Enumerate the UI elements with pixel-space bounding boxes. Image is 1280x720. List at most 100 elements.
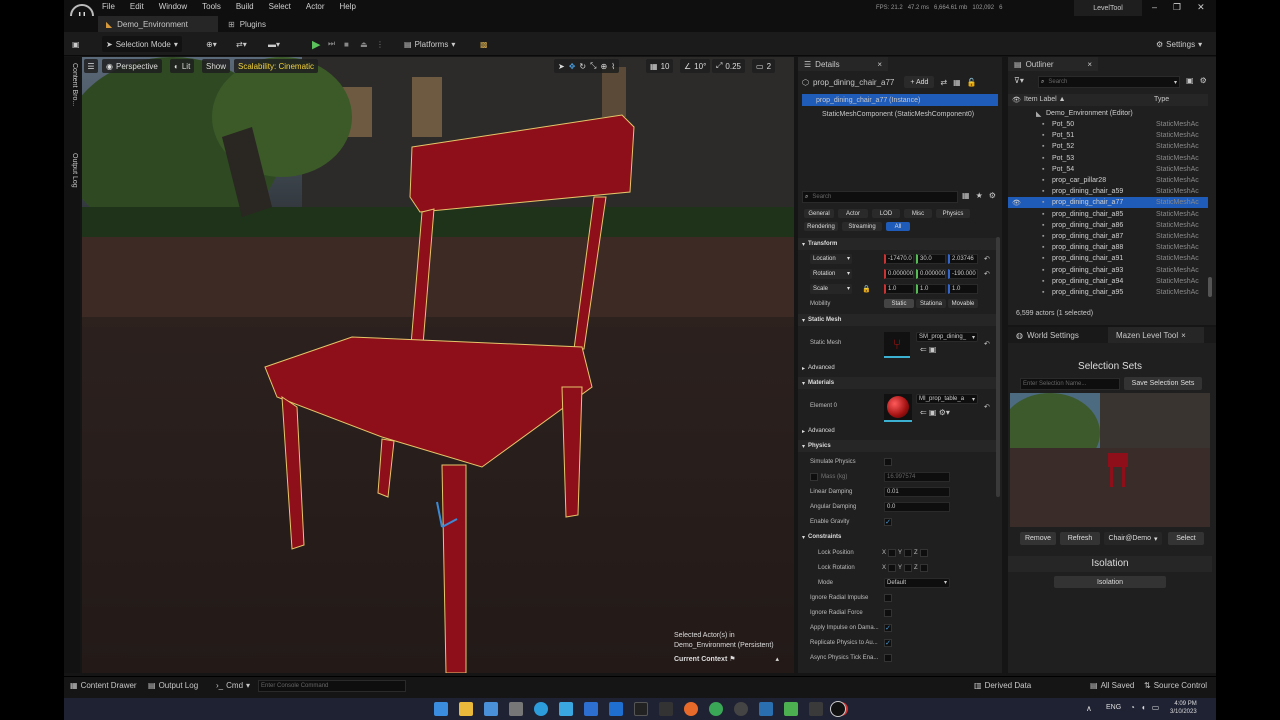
- reset-icon[interactable]: ↶: [984, 270, 990, 278]
- more-options-icon[interactable]: ⋮: [376, 36, 384, 52]
- filter-actor[interactable]: Actor: [838, 209, 868, 218]
- play-icon[interactable]: ▶: [312, 36, 320, 52]
- mail-icon[interactable]: [484, 702, 498, 716]
- file-explorer-icon[interactable]: [459, 702, 473, 716]
- firefox-icon[interactable]: [684, 702, 698, 716]
- linear-damping-field[interactable]: 0.01: [884, 486, 950, 497]
- chrome-icon[interactable]: [709, 702, 723, 716]
- rotation-dropdown[interactable]: Rotation ▾: [810, 268, 852, 279]
- mass-override-checkbox[interactable]: [810, 472, 818, 481]
- outliner-row[interactable]: ▪ prop_dining_chair_a59 StaticMeshAc: [1008, 186, 1208, 197]
- console-command-input[interactable]: Enter Console Command: [258, 679, 406, 692]
- enable-gravity-checkbox[interactable]: ✓: [884, 517, 892, 526]
- mesh-thumbnail[interactable]: ⑂: [884, 332, 910, 358]
- scalability-warning[interactable]: Scalability: Cinematic: [234, 59, 319, 73]
- close-icon[interactable]: ×: [1181, 331, 1186, 340]
- menu-actor[interactable]: Actor: [306, 2, 325, 11]
- save-icon[interactable]: ▣: [72, 36, 80, 52]
- vscode-icon[interactable]: [609, 702, 623, 716]
- menu-edit[interactable]: Edit: [130, 2, 144, 11]
- outliner-row[interactable]: ▪ Pot_54 StaticMeshAc: [1008, 164, 1208, 175]
- outliner-row[interactable]: ▪ Pot_51 StaticMeshAc: [1008, 130, 1208, 141]
- grid-view-icon[interactable]: ▦: [953, 78, 961, 87]
- settings-button[interactable]: ⚙ Settings ▾: [1156, 36, 1202, 52]
- output-log-button[interactable]: ▤ Output Log: [148, 681, 198, 690]
- mobility-static[interactable]: Static: [884, 299, 914, 308]
- lock-rot-y-checkbox[interactable]: [904, 563, 912, 572]
- outliner-row[interactable]: ▪ Pot_53 StaticMeshAc: [1008, 153, 1208, 164]
- content-drawer-button[interactable]: ▦ Content Drawer: [70, 681, 137, 690]
- select-tool-icon[interactable]: ➤: [558, 62, 565, 71]
- outliner-row[interactable]: ▪ prop_dining_chair_a95 StaticMeshAc: [1008, 287, 1208, 298]
- content-browser-tab[interactable]: Content Bro...: [66, 63, 78, 106]
- close-icon[interactable]: ×: [877, 60, 882, 69]
- visibility-icon[interactable]: 👁: [1012, 199, 1021, 207]
- viewport-menu-icon[interactable]: ☰: [84, 59, 98, 73]
- lock-icon[interactable]: 🔓: [967, 78, 977, 87]
- lock-rot-z-checkbox[interactable]: [920, 563, 928, 572]
- all-saved-button[interactable]: ▤ All Saved: [1090, 681, 1134, 690]
- isolation-button[interactable]: Isolation: [1054, 576, 1166, 588]
- apply-impulse-checkbox[interactable]: ✓: [884, 623, 892, 632]
- step-icon[interactable]: ⏭: [328, 36, 335, 52]
- location-z-field[interactable]: 2.03746: [948, 253, 978, 264]
- wifi-icon[interactable]: ◔: [1130, 703, 1135, 712]
- lock-rot-x-checkbox[interactable]: [888, 563, 896, 572]
- replicate-physics-checkbox[interactable]: ✓: [884, 638, 892, 647]
- scale-snap[interactable]: ⤢ 0.25: [712, 59, 745, 73]
- app-grid-icon[interactable]: [809, 702, 823, 716]
- gear-icon[interactable]: ⚙: [989, 191, 996, 200]
- eject-icon[interactable]: ⏏: [360, 36, 368, 52]
- details-tab[interactable]: ☰ Details ×: [798, 57, 888, 71]
- windows-start-icon[interactable]: [434, 702, 448, 716]
- star-icon[interactable]: ★: [976, 191, 983, 200]
- static-mesh-picker[interactable]: SM_prop_dining_ ▾: [916, 332, 978, 342]
- refresh-button[interactable]: Refresh: [1060, 532, 1100, 545]
- filter-all[interactable]: All: [886, 222, 910, 231]
- details-search-input[interactable]: ⌕ Search: [802, 191, 958, 203]
- rotation-y-field[interactable]: 0.000000: [916, 268, 946, 279]
- output-log-tab[interactable]: Output Log: [66, 153, 78, 188]
- filter-streaming[interactable]: Streaming: [842, 222, 882, 231]
- table-icon[interactable]: ▦: [962, 191, 970, 200]
- component-instance-row[interactable]: prop_dining_chair_a77 (Instance): [802, 94, 998, 106]
- browse-icon[interactable]: ⇐ ▣: [920, 345, 936, 354]
- tab-demo-environment[interactable]: ◣ Demo_Environment: [98, 16, 218, 32]
- rotate-tool-icon[interactable]: ↻: [579, 62, 586, 71]
- menu-help[interactable]: Help: [340, 2, 356, 11]
- angle-snap[interactable]: ∠ 10°: [680, 59, 711, 73]
- cmd-dropdown[interactable]: ›_ Cmd ▾: [216, 681, 250, 690]
- selection-set-dropdown[interactable]: Chair@Demo ▾: [1104, 532, 1162, 545]
- reset-icon[interactable]: ↶: [984, 340, 990, 348]
- outliner-search-input[interactable]: ⌕ Search ▾: [1038, 76, 1180, 88]
- outliner-row[interactable]: ▪ Pot_50 StaticMeshAc: [1008, 119, 1208, 130]
- column-item-label[interactable]: Item Label ▲: [1024, 96, 1066, 103]
- static-mesh-component-row[interactable]: StaticMeshComponent (StaticMeshComponent…: [802, 108, 998, 120]
- clock[interactable]: 4:09 PM 3/10/2023: [1170, 700, 1197, 716]
- scale-z-field[interactable]: 1.0: [948, 283, 978, 294]
- github-icon[interactable]: [734, 702, 748, 716]
- new-folder-icon[interactable]: ▣: [1186, 76, 1194, 85]
- async-physics-checkbox[interactable]: [884, 653, 892, 662]
- outliner-row[interactable]: 👁 ▪ prop_dining_chair_a77 StaticMeshAc: [1008, 197, 1208, 209]
- scale-dropdown[interactable]: Scale ▾: [810, 283, 852, 294]
- simulate-physics-checkbox[interactable]: [884, 457, 892, 466]
- tab-plugins[interactable]: ⊞ Plugins: [220, 16, 274, 32]
- menu-window[interactable]: Window: [159, 2, 187, 11]
- menu-file[interactable]: File: [102, 2, 115, 11]
- menu-select[interactable]: Select: [269, 2, 291, 11]
- location-x-field[interactable]: -17470.0: [884, 253, 914, 264]
- filter-lod[interactable]: LOD: [872, 209, 900, 218]
- outliner-row[interactable]: ▪ prop_dining_chair_a93 StaticMeshAc: [1008, 265, 1208, 276]
- materials-section[interactable]: ▾ Materials: [798, 377, 998, 389]
- add-component-button[interactable]: + Add: [904, 76, 935, 88]
- grid-snap[interactable]: ▦ 10: [646, 59, 674, 73]
- app-box-icon[interactable]: [759, 702, 773, 716]
- ignore-radial-force-checkbox[interactable]: [884, 608, 892, 617]
- scale-y-field[interactable]: 1.0: [916, 283, 946, 294]
- app-green-icon[interactable]: [784, 702, 798, 716]
- rotation-x-field[interactable]: 0.000000: [884, 268, 914, 279]
- marketplace-icon[interactable]: ▩: [480, 36, 488, 52]
- menu-build[interactable]: Build: [236, 2, 254, 11]
- reset-icon[interactable]: ↶: [984, 403, 990, 411]
